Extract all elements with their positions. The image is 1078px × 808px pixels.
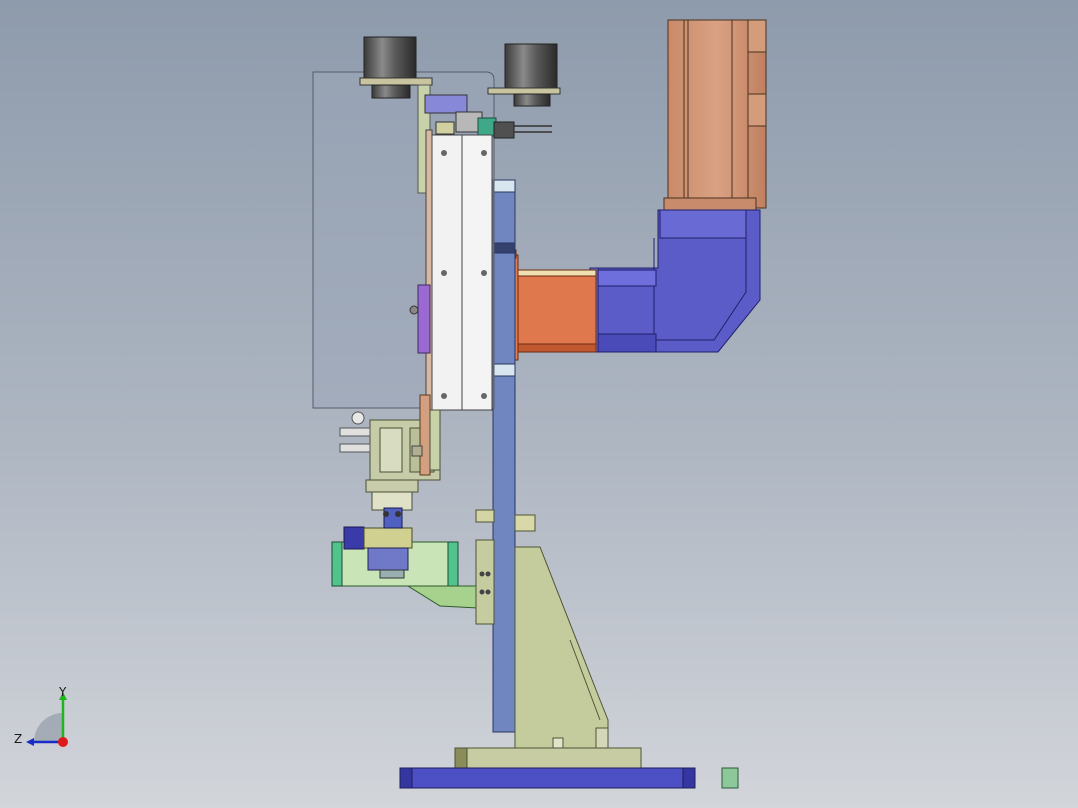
pneumatic-actuator[interactable] <box>339 394 441 511</box>
z-axis-label: Z <box>14 732 23 746</box>
right-angle-gearbox[interactable] <box>589 209 761 353</box>
base-plate[interactable] <box>399 747 739 789</box>
axis-triad: Y Z <box>14 686 74 748</box>
vertical-column[interactable] <box>492 179 516 733</box>
slide-plate[interactable] <box>409 84 552 411</box>
cylinder-top-right[interactable] <box>487 43 561 107</box>
model-canvas[interactable] <box>0 0 1078 808</box>
servo-motor[interactable] <box>663 19 767 211</box>
cad-viewport[interactable]: Y Z <box>0 0 1078 808</box>
origin-marker <box>58 737 68 747</box>
gripper-assembly[interactable] <box>331 507 495 625</box>
y-axis-label: Y <box>59 685 67 699</box>
